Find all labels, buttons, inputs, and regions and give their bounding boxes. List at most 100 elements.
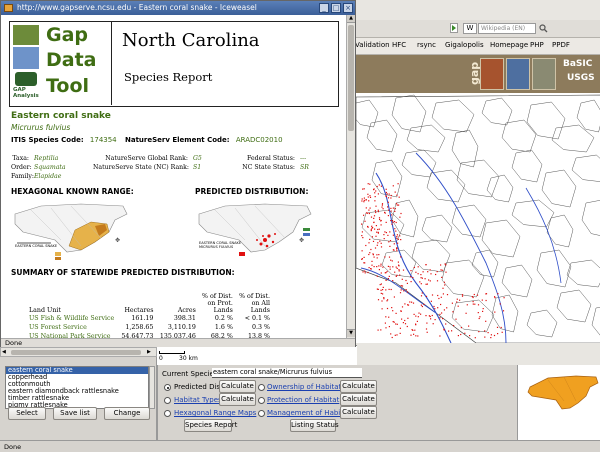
distribution-dot xyxy=(384,272,386,274)
distribution-dot xyxy=(367,193,369,195)
distribution-dot xyxy=(378,184,380,186)
search-engine-selector[interactable]: W xyxy=(463,23,477,34)
distribution-dot xyxy=(392,321,394,323)
distribution-dot xyxy=(445,271,447,273)
distribution-dot xyxy=(394,208,396,210)
calculate-protection-button[interactable]: Calculate xyxy=(340,393,377,406)
distribution-dot xyxy=(473,293,475,296)
distribution-dot xyxy=(395,266,397,268)
bookmark-gigalopolis[interactable]: Gigalopolis xyxy=(445,41,484,49)
species-list[interactable]: eastern coral snake copperhead cottonmouth… xyxy=(5,366,149,409)
distribution-dot xyxy=(363,199,365,201)
species-report-popup[interactable]: http://www.gapserve.ncsu.edu - Eastern c… xyxy=(0,0,356,347)
bookmark-php[interactable]: PHP xyxy=(530,41,544,49)
distribution-dot xyxy=(399,332,401,334)
scroll-down-arrow-icon[interactable]: ▼ xyxy=(347,329,355,337)
distribution-dot xyxy=(490,337,492,339)
option-protection[interactable]: Protection of Habitat xyxy=(267,396,339,404)
option-hex-range-maps[interactable]: Hexagonal Range Maps xyxy=(174,409,256,417)
bookmark-validation[interactable]: Validation xyxy=(355,41,390,49)
select-button[interactable]: Select xyxy=(8,407,46,420)
distribution-dot xyxy=(460,327,462,329)
distribution-dot xyxy=(368,242,370,244)
distribution-dot xyxy=(393,243,395,245)
distribution-dot xyxy=(417,266,419,268)
search-icon[interactable] xyxy=(539,24,548,33)
radio-hex-range-maps[interactable] xyxy=(164,410,171,417)
option-management[interactable]: Management of Habitat xyxy=(267,409,350,417)
option-ownership[interactable]: Ownership of Habitat xyxy=(267,383,341,391)
scroll-thumb[interactable] xyxy=(348,25,354,131)
logo-word-data: Data xyxy=(46,49,97,71)
popup-titlebar[interactable]: http://www.gapserve.ncsu.edu - Eastern c… xyxy=(1,1,355,15)
radio-ownership[interactable] xyxy=(258,384,265,391)
calculate-predicted-button[interactable]: Calculate xyxy=(219,380,256,393)
bookmark-ppdf[interactable]: PPDF xyxy=(552,41,570,49)
go-button[interactable] xyxy=(450,23,458,33)
distribution-dot xyxy=(371,264,373,266)
calculate-management-button[interactable]: Calculate xyxy=(340,406,377,419)
scroll-right-arrow-icon[interactable]: ▶ xyxy=(147,349,151,355)
scroll-left-arrow-icon[interactable]: ◀ xyxy=(2,349,6,355)
distribution-dot xyxy=(407,304,409,306)
save-list-button[interactable]: Save list xyxy=(53,407,97,420)
distribution-dot xyxy=(386,193,388,195)
distribution-dot xyxy=(388,288,390,290)
distribution-dot xyxy=(361,231,363,233)
main-horizontal-scrollbar[interactable]: ◀ ▶ xyxy=(0,347,157,357)
county-map-canvas[interactable] xyxy=(351,93,600,344)
distribution-dot xyxy=(398,204,400,206)
distribution-dot xyxy=(441,269,443,271)
popup-vertical-scrollbar[interactable]: ▲ ▼ xyxy=(346,15,355,338)
window-close-icon[interactable]: × xyxy=(343,3,353,13)
nc-county-map[interactable] xyxy=(351,93,600,344)
distribution-dot xyxy=(371,260,373,262)
radio-management[interactable] xyxy=(258,410,265,417)
distribution-dot xyxy=(388,275,390,277)
distribution-dot xyxy=(376,288,378,290)
distribution-dot xyxy=(378,269,380,271)
hscroll-thumb[interactable] xyxy=(11,350,141,355)
distribution-dot xyxy=(465,312,467,314)
distribution-dot xyxy=(373,217,375,219)
calculate-ownership-button[interactable]: Calculate xyxy=(340,380,377,393)
radio-protection[interactable] xyxy=(258,397,265,404)
radio-predicted-dist[interactable] xyxy=(164,384,171,391)
distribution-dot xyxy=(401,306,404,308)
hex-range-map: ✥ EASTERN CORAL SNAKE xyxy=(11,200,131,262)
scroll-up-arrow-icon[interactable]: ▲ xyxy=(347,15,355,23)
species-list-scrollbar[interactable] xyxy=(149,366,155,409)
distribution-dot xyxy=(388,193,390,195)
bookmark-rsync[interactable]: rsync xyxy=(417,41,436,49)
distribution-dot xyxy=(383,234,385,236)
gap-data-tool-logo: GAP Analysis Gap Data Tool xyxy=(10,22,112,105)
state-rank-row: NatureServe State (NC) Rank: S1 xyxy=(93,164,201,171)
distribution-dot xyxy=(386,307,389,310)
change-button[interactable]: Change xyxy=(104,407,150,420)
distribution-dot xyxy=(443,328,445,330)
state-locator-map[interactable] xyxy=(517,365,600,440)
listing-status-button[interactable]: Listing Status xyxy=(290,419,339,432)
bookmark-homepage[interactable]: Homepage xyxy=(490,41,528,49)
window-min-icon[interactable]: _ xyxy=(319,3,329,13)
distribution-dot xyxy=(382,266,384,268)
radio-habitat-types[interactable] xyxy=(164,397,171,404)
calculate-habitat-button[interactable]: Calculate xyxy=(219,393,256,406)
current-species-field: eastern coral snake/Micrurus fulvius xyxy=(212,368,362,378)
option-predicted-dist[interactable]: Predicted Dist. xyxy=(174,383,225,391)
search-input[interactable]: Wikipedia (EN) xyxy=(478,23,536,34)
distribution-dot xyxy=(382,293,384,295)
distribution-dot xyxy=(398,196,400,198)
species-report-button[interactable]: Species Report xyxy=(184,419,237,432)
basic-logo: BaSIC xyxy=(563,59,593,69)
window-max-icon[interactable]: □ xyxy=(331,3,341,13)
distribution-dot xyxy=(386,300,388,302)
distribution-dot xyxy=(437,307,439,309)
distribution-dot xyxy=(381,300,383,302)
table-header: Hectares xyxy=(124,307,154,314)
bookmark-hfc[interactable]: HFC xyxy=(392,41,406,49)
distribution-dot xyxy=(376,185,378,188)
option-habitat-types[interactable]: Habitat Types xyxy=(174,396,222,404)
distribution-dot xyxy=(392,310,394,312)
distribution-dot xyxy=(390,288,392,291)
